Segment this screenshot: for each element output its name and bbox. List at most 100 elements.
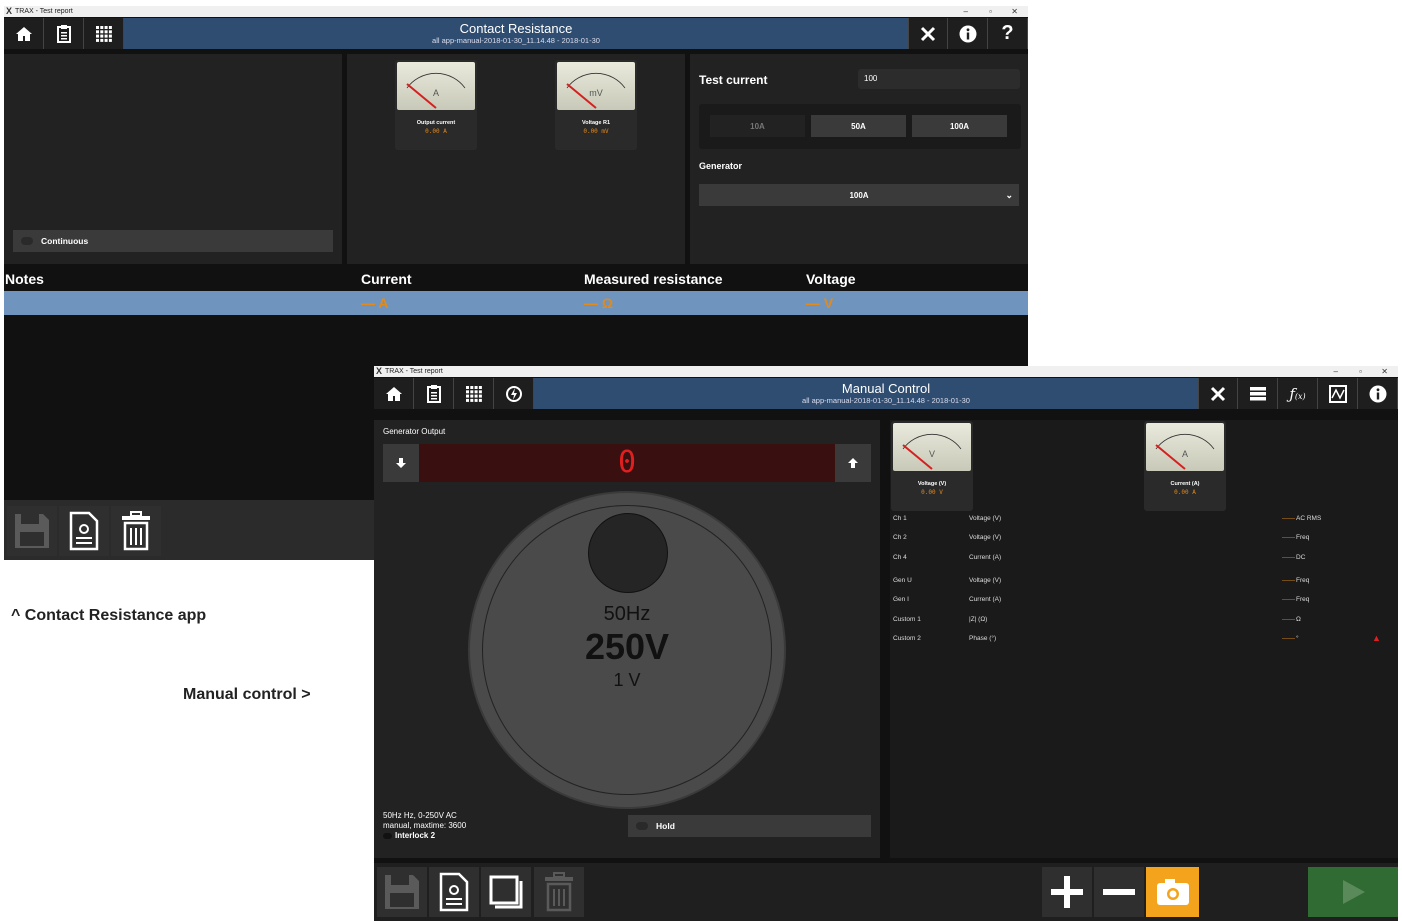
measurement-value: —— <box>1282 515 1295 522</box>
measurement-quantity: Current (A) <box>969 554 1002 561</box>
delete-button[interactable] <box>534 867 584 917</box>
new-window-button[interactable] <box>481 867 531 917</box>
knob-grip[interactable] <box>588 513 668 593</box>
status-dot-icon <box>383 833 392 839</box>
decrease-button[interactable] <box>383 444 419 482</box>
generator-info: 50Hz Hz, 0-250V AC manual, maxtime: 3600… <box>383 811 466 841</box>
power-button[interactable] <box>494 378 534 409</box>
hold-toggle[interactable]: Hold <box>628 815 871 837</box>
test-current-input[interactable]: 100 <box>858 69 1020 89</box>
hold-label: Hold <box>656 821 675 831</box>
table-row[interactable]: — A — Ω — V <box>4 291 1028 315</box>
camera-button[interactable] <box>1146 867 1199 917</box>
cell-resistance: — Ω <box>584 295 614 311</box>
meter-value: 0.00 mV <box>583 128 609 135</box>
range-100a-button[interactable]: 100A <box>912 115 1007 137</box>
function-icon: ƒ(x) <box>1289 384 1306 403</box>
close-button[interactable]: ✕ <box>1011 6 1018 17</box>
measurement-row[interactable]: Gen U Voltage (V) —— Freq <box>890 574 1398 588</box>
measurement-row[interactable]: Custom 1 |Z| (Ω) —— Ω <box>890 613 1398 627</box>
save-button[interactable] <box>377 867 427 917</box>
remove-button[interactable] <box>1094 867 1144 917</box>
meter-unit: mV <box>589 88 603 98</box>
meter-voltage: V Voltage (V) 0.00 V <box>891 421 973 511</box>
apps-button[interactable] <box>454 378 494 409</box>
manual-control-window: X TRAX - Test report – ▫ ✕ Manual Contro… <box>374 366 1398 921</box>
delete-button[interactable] <box>111 506 161 556</box>
maximize-button[interactable]: ▫ <box>1359 366 1362 377</box>
power-icon <box>505 385 522 402</box>
grid-icon <box>95 25 112 42</box>
help-button[interactable]: ? <box>988 18 1028 49</box>
minus-icon <box>1103 889 1135 895</box>
analog-gauge-icon: A <box>1146 423 1224 471</box>
plus-icon <box>1051 876 1083 908</box>
measurement-row[interactable]: Custom 2 Phase (°) —— ° ▲ <box>890 632 1398 646</box>
os-titlebar: X TRAX - Test report – ▫ ✕ <box>4 6 1028 17</box>
measurement-mode: Freq <box>1296 534 1310 541</box>
continuous-toggle[interactable]: Continuous <box>13 230 333 252</box>
column-header-notes: Notes <box>5 271 44 287</box>
apps-button[interactable] <box>84 18 124 49</box>
tools-button[interactable] <box>1198 378 1238 409</box>
trash-icon <box>545 872 573 912</box>
report-button[interactable] <box>414 378 454 409</box>
close-button[interactable]: ✕ <box>1381 366 1388 377</box>
caption-manual-control: Manual control > <box>183 686 311 703</box>
clipboard-icon <box>426 384 441 403</box>
info-button[interactable] <box>948 18 988 49</box>
continuous-label: Continuous <box>41 236 89 246</box>
function-button[interactable]: ƒ(x) <box>1278 378 1318 409</box>
info-button[interactable] <box>1358 378 1398 409</box>
increase-button[interactable] <box>835 444 871 482</box>
minimize-button[interactable]: – <box>1334 366 1338 377</box>
measurement-quantity: Current (A) <box>969 596 1002 603</box>
measurement-value: —— <box>1282 554 1295 561</box>
os-titlebar: X TRAX - Test report – ▫ ✕ <box>374 366 1398 377</box>
export-report-button[interactable] <box>429 867 479 917</box>
output-knob[interactable]: 50Hz 250V 1 V <box>468 491 786 809</box>
toggle-switch-icon <box>636 822 648 830</box>
measurement-value: —— <box>1282 635 1295 642</box>
measurement-row[interactable]: Gen I Current (A) —— Freq <box>890 593 1398 607</box>
test-current-label: Test current <box>699 73 768 87</box>
save-button[interactable] <box>7 506 57 556</box>
measurement-row[interactable]: Ch 1 Voltage (V) —— AC RMS <box>890 512 1398 526</box>
generator-select[interactable]: 100A ⌄ <box>699 184 1019 206</box>
measurement-mode: AC RMS <box>1296 515 1322 522</box>
camera-icon <box>1156 879 1189 905</box>
measurement-value: —— <box>1282 616 1295 623</box>
waveform-button[interactable] <box>1318 378 1358 409</box>
minimize-button[interactable]: – <box>964 6 968 17</box>
clipboard-icon <box>56 24 71 43</box>
meter-caption: Current (A) <box>1170 481 1200 487</box>
measurement-row[interactable]: Ch 4 Current (A) —— DC <box>890 551 1398 565</box>
add-button[interactable] <box>1042 867 1092 917</box>
home-button[interactable] <box>4 18 44 49</box>
report-button[interactable] <box>44 18 84 49</box>
generator-select-value: 100A <box>849 190 869 200</box>
meter-value: 0.00 V <box>921 489 943 496</box>
home-icon <box>385 386 402 401</box>
caption-contact-resistance: ^ Contact Resistance app <box>11 607 207 624</box>
range-10a-button[interactable]: 10A <box>710 115 805 137</box>
start-button[interactable] <box>1308 867 1398 917</box>
range-button-group: 10A 50A 100A <box>699 104 1021 149</box>
home-button[interactable] <box>374 378 414 409</box>
measurement-mode: Freq <box>1296 596 1310 603</box>
meter-caption: Output current <box>416 120 456 126</box>
export-report-button[interactable] <box>59 506 109 556</box>
measurement-channel: Custom 2 <box>893 635 921 642</box>
knob-frequency: 50Hz <box>603 603 651 625</box>
trax-logo: X <box>376 366 383 376</box>
range-50a-button[interactable]: 50A <box>811 115 906 137</box>
meter-unit: V <box>928 449 935 459</box>
maximize-button[interactable]: ▫ <box>989 6 992 17</box>
table-header: Notes Current Measured resistance Voltag… <box>4 268 1028 290</box>
measurement-row[interactable]: Ch 2 Voltage (V) —— Freq <box>890 531 1398 545</box>
tools-button[interactable] <box>908 18 948 49</box>
channels-button[interactable] <box>1238 378 1278 409</box>
measurement-channel: Custom 1 <box>893 616 921 623</box>
arrow-up-icon <box>848 458 858 468</box>
home-icon <box>15 26 32 41</box>
